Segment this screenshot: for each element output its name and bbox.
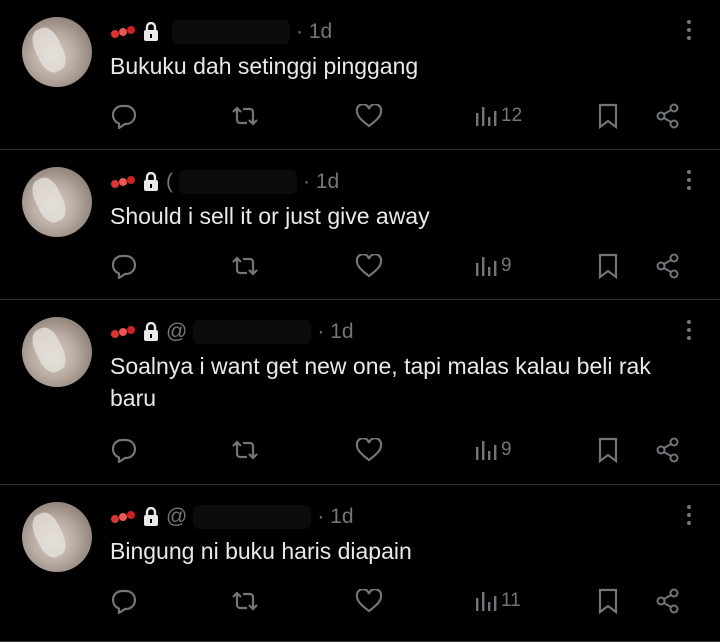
tweet-actions: 12 xyxy=(110,101,690,131)
avatar[interactable] xyxy=(22,502,92,572)
user-handle[interactable]: @ xyxy=(166,320,187,344)
like-icon xyxy=(355,254,383,278)
views-count: 11 xyxy=(501,590,521,611)
bookmark-button[interactable] xyxy=(597,103,619,129)
emoji-badge-icon xyxy=(111,511,135,523)
tweet[interactable]: · 1d Bukuku dah setinggi pinggang 12 xyxy=(0,0,720,150)
lock-icon xyxy=(144,22,158,41)
views-button[interactable]: 12 xyxy=(475,105,522,127)
share-icon xyxy=(656,103,679,129)
retweet-icon xyxy=(232,440,258,460)
retweet-icon xyxy=(232,106,258,126)
share-icon xyxy=(656,588,679,614)
views-count: 12 xyxy=(501,105,523,126)
tweet-actions: 9 xyxy=(110,251,690,281)
views-icon xyxy=(476,257,497,276)
emoji-badge-icon xyxy=(111,326,135,338)
bookmark-icon xyxy=(598,253,618,279)
tweet-text: Bingung ni buku haris diapain xyxy=(110,538,412,564)
tweet-header: ( · 1d xyxy=(110,168,339,196)
tweet-actions: 9 xyxy=(110,435,690,465)
reply-icon xyxy=(111,589,137,614)
tweet-text: Should i sell it or just give away xyxy=(110,203,430,229)
retweet-icon xyxy=(232,591,258,611)
views-icon xyxy=(476,441,497,460)
reply-button[interactable] xyxy=(110,253,138,279)
reply-button[interactable] xyxy=(110,588,138,614)
bookmark-button[interactable] xyxy=(597,437,619,463)
redacted-username xyxy=(193,505,312,529)
emoji-badge-icon xyxy=(111,176,135,188)
tweet-actions: 11 xyxy=(110,586,690,616)
timestamp[interactable]: · 1d xyxy=(303,170,339,194)
avatar[interactable] xyxy=(22,167,92,237)
retweet-button[interactable] xyxy=(230,254,260,278)
share-button[interactable] xyxy=(655,437,681,463)
timestamp[interactable]: · 1d xyxy=(317,320,353,344)
redacted-username xyxy=(193,320,312,344)
views-icon xyxy=(476,592,497,611)
lock-icon xyxy=(144,172,158,191)
user-handle[interactable]: @ xyxy=(166,505,187,529)
more-icon[interactable] xyxy=(684,170,694,194)
tweet-header: · 1d xyxy=(110,18,332,46)
tweet[interactable]: @ · 1d Soalnya i want get new one, tapi … xyxy=(0,300,720,485)
like-icon xyxy=(355,438,383,462)
like-button[interactable] xyxy=(355,438,383,462)
like-button[interactable] xyxy=(355,104,383,128)
reply-button[interactable] xyxy=(110,437,138,463)
timestamp[interactable]: · 1d xyxy=(296,20,332,44)
like-icon xyxy=(355,589,383,613)
reply-icon xyxy=(111,104,137,129)
emoji-badge-icon xyxy=(111,26,135,38)
tweet-header: @ · 1d xyxy=(110,503,354,531)
redacted-username xyxy=(179,170,297,194)
views-count: 9 xyxy=(501,439,512,460)
reply-icon xyxy=(111,254,137,279)
bookmark-button[interactable] xyxy=(597,253,619,279)
bookmark-icon xyxy=(598,437,618,463)
like-button[interactable] xyxy=(355,589,383,613)
reply-icon xyxy=(111,438,137,463)
share-button[interactable] xyxy=(655,588,681,614)
tweet[interactable]: @ · 1d Bingung ni buku haris diapain 11 xyxy=(0,485,720,642)
redacted-username xyxy=(172,20,290,44)
views-button[interactable]: 11 xyxy=(475,590,521,612)
more-icon[interactable] xyxy=(684,20,694,44)
tweet-header: @ · 1d xyxy=(110,318,354,346)
views-count: 9 xyxy=(501,255,512,276)
share-icon xyxy=(656,437,679,463)
retweet-button[interactable] xyxy=(230,104,260,128)
share-button[interactable] xyxy=(655,103,681,129)
retweet-icon xyxy=(232,256,258,276)
lock-icon xyxy=(144,322,158,341)
retweet-button[interactable] xyxy=(230,589,260,613)
reply-button[interactable] xyxy=(110,103,138,129)
retweet-button[interactable] xyxy=(230,438,260,462)
like-icon xyxy=(355,104,383,128)
views-button[interactable]: 9 xyxy=(475,439,512,461)
bookmark-icon xyxy=(598,588,618,614)
share-icon xyxy=(656,253,679,279)
share-button[interactable] xyxy=(655,253,681,279)
lock-icon xyxy=(144,507,158,526)
bookmark-icon xyxy=(598,103,618,129)
tweet-text: Soalnya i want get new one, tapi malas k… xyxy=(110,353,651,411)
avatar[interactable] xyxy=(22,317,92,387)
bookmark-button[interactable] xyxy=(597,588,619,614)
user-handle[interactable]: ( xyxy=(166,170,173,194)
more-icon[interactable] xyxy=(684,505,694,529)
avatar[interactable] xyxy=(22,17,92,87)
tweet[interactable]: ( · 1d Should i sell it or just give awa… xyxy=(0,150,720,300)
more-icon[interactable] xyxy=(684,320,694,344)
tweet-feed: · 1d Bukuku dah setinggi pinggang 12 (·… xyxy=(0,0,720,642)
timestamp[interactable]: · 1d xyxy=(317,505,353,529)
tweet-text: Bukuku dah setinggi pinggang xyxy=(110,53,419,79)
views-icon xyxy=(476,107,497,126)
like-button[interactable] xyxy=(355,254,383,278)
views-button[interactable]: 9 xyxy=(475,255,512,277)
